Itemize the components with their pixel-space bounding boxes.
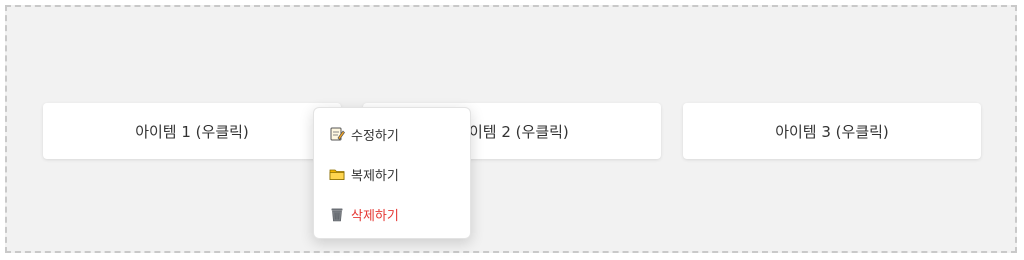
menu-item-delete[interactable]: 삭제하기: [314, 194, 470, 234]
trash-icon: [329, 206, 345, 222]
context-menu: 수정하기 복제하기 삭제하기: [313, 107, 471, 239]
menu-item-duplicate-label: 복제하기: [351, 168, 399, 184]
demo-area: 아이템 1 (우클릭) 아이템 2 (우클릭) 아이템 3 (우클릭): [5, 5, 1017, 253]
menu-item-delete-label: 삭제하기: [351, 208, 399, 224]
item-2-label: 아이템 2 (우클릭): [455, 122, 569, 141]
menu-item-edit-label: 수정하기: [351, 128, 399, 144]
item-1[interactable]: 아이템 1 (우클릭): [43, 103, 341, 159]
menu-item-duplicate[interactable]: 복제하기: [314, 154, 470, 194]
item-1-label: 아이템 1 (우클릭): [135, 122, 249, 141]
item-3[interactable]: 아이템 3 (우클릭): [683, 103, 981, 159]
memo-edit-icon: [329, 126, 345, 142]
folder-icon: [329, 166, 345, 182]
menu-item-edit[interactable]: 수정하기: [314, 114, 470, 154]
item-3-label: 아이템 3 (우클릭): [775, 122, 889, 141]
